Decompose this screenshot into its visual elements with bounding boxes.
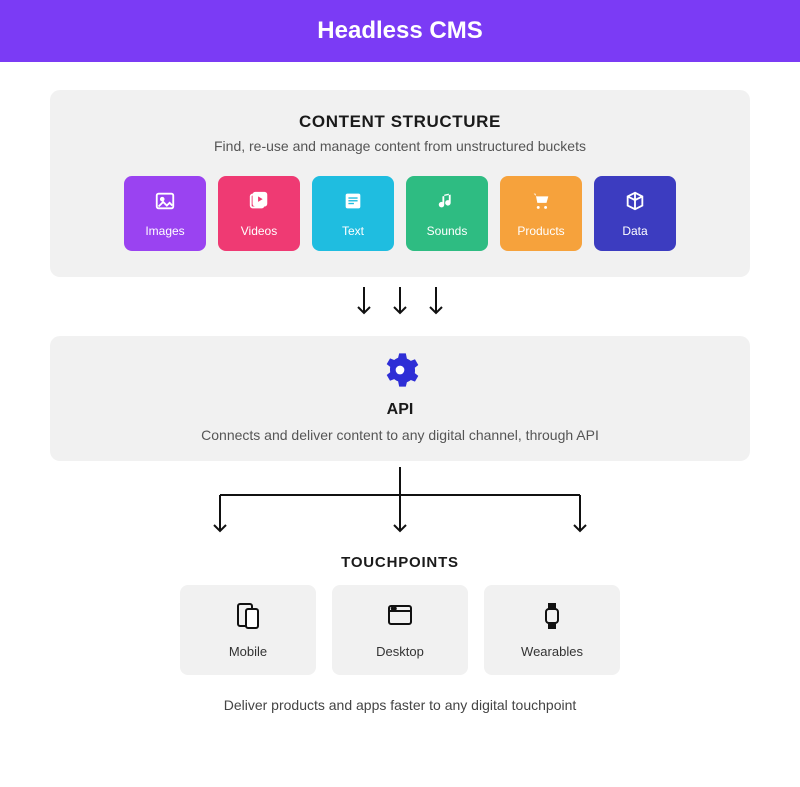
arrow-down-icon <box>354 285 374 324</box>
desktop-icon <box>385 601 415 634</box>
tile-label: Text <box>342 224 364 238</box>
cart-icon <box>530 190 552 215</box>
content-tiles-row: Images Videos Text Sounds <box>80 176 720 251</box>
api-panel: API Connects and deliver content to any … <box>50 336 750 461</box>
music-icon <box>436 190 458 215</box>
gear-icon <box>380 377 420 394</box>
arrows-api-to-touchpoints <box>50 465 750 548</box>
touchpoint-label: Desktop <box>376 644 424 659</box>
api-title: API <box>80 401 720 419</box>
tile-videos: Videos <box>218 176 300 251</box>
tile-data: Data <box>594 176 676 251</box>
tile-products: Products <box>500 176 582 251</box>
touchpoint-label: Wearables <box>521 644 583 659</box>
tile-sounds: Sounds <box>406 176 488 251</box>
mobile-icon <box>233 601 263 634</box>
tile-label: Data <box>622 224 647 238</box>
branch-arrow-icon <box>190 465 610 548</box>
page-header: Headless CMS <box>0 0 800 62</box>
tile-label: Products <box>517 224 564 238</box>
arrow-down-icon <box>426 285 446 324</box>
arrow-down-icon <box>390 285 410 324</box>
arrows-content-to-api <box>50 285 750 324</box>
touchpoints-row: Mobile Desktop Wearables <box>50 585 750 675</box>
content-structure-title: CONTENT STRUCTURE <box>80 112 720 132</box>
cube-icon <box>624 190 646 215</box>
tile-label: Videos <box>241 224 277 238</box>
touchpoint-wearables: Wearables <box>484 585 620 675</box>
watch-icon <box>537 601 567 634</box>
touchpoints-title: TOUCHPOINTS <box>50 554 750 571</box>
image-icon <box>154 190 176 215</box>
tile-text: Text <box>312 176 394 251</box>
api-subtitle: Connects and deliver content to any digi… <box>80 427 720 443</box>
tile-label: Images <box>145 224 184 238</box>
page-title: Headless CMS <box>317 17 482 44</box>
touchpoint-desktop: Desktop <box>332 585 468 675</box>
content-structure-subtitle: Find, re-use and manage content from uns… <box>80 138 720 154</box>
video-icon <box>248 190 270 215</box>
diagram-container: CONTENT STRUCTURE Find, re-use and manag… <box>0 62 800 713</box>
tile-label: Sounds <box>427 224 468 238</box>
text-icon <box>342 190 364 215</box>
tile-images: Images <box>124 176 206 251</box>
touchpoint-label: Mobile <box>229 644 267 659</box>
touchpoint-mobile: Mobile <box>180 585 316 675</box>
touchpoints-subtitle: Deliver products and apps faster to any … <box>50 697 750 713</box>
content-structure-panel: CONTENT STRUCTURE Find, re-use and manag… <box>50 90 750 277</box>
